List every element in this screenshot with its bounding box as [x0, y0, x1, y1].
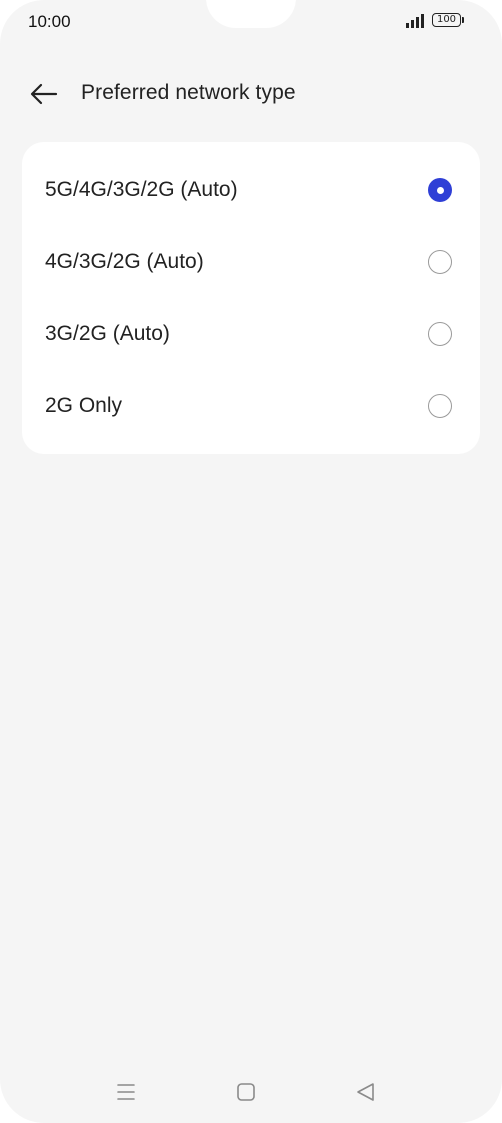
home-icon[interactable]: [234, 1080, 258, 1104]
option-3g-2g-auto[interactable]: 3G/2G (Auto): [22, 298, 480, 370]
back-arrow-icon: [30, 83, 58, 105]
radio-unselected[interactable]: [428, 322, 452, 346]
back-button[interactable]: [26, 78, 62, 110]
radio-unselected[interactable]: [428, 250, 452, 274]
option-4g-3g-2g-auto[interactable]: 4G/3G/2G (Auto): [22, 226, 480, 298]
option-label: 5G/4G/3G/2G (Auto): [45, 178, 238, 201]
status-bar: 10:00 100: [0, 0, 502, 44]
option-2g-only[interactable]: 2G Only: [22, 370, 480, 442]
radio-unselected[interactable]: [428, 394, 452, 418]
signal-icon: [406, 14, 424, 28]
menu-icon[interactable]: [114, 1080, 138, 1104]
page-title: Preferred network type: [81, 81, 296, 104]
phone-screen: 10:00 100 Preferred network type 5G/4G/3…: [0, 0, 502, 1123]
network-type-options: 5G/4G/3G/2G (Auto) 4G/3G/2G (Auto) 3G/2G…: [22, 142, 480, 454]
navigation-bar: [0, 1068, 502, 1116]
status-time: 10:00: [28, 12, 71, 31]
option-5g-4g-3g-2g-auto[interactable]: 5G/4G/3G/2G (Auto): [22, 154, 480, 226]
option-label: 2G Only: [45, 394, 123, 417]
option-label: 4G/3G/2G (Auto): [45, 250, 204, 273]
battery-level: 100: [432, 13, 461, 27]
back-triangle-icon[interactable]: [354, 1080, 378, 1104]
header: Preferred network type: [0, 70, 502, 118]
option-label: 3G/2G (Auto): [45, 322, 170, 345]
radio-selected[interactable]: [428, 178, 452, 202]
battery-icon: 100: [432, 13, 466, 29]
